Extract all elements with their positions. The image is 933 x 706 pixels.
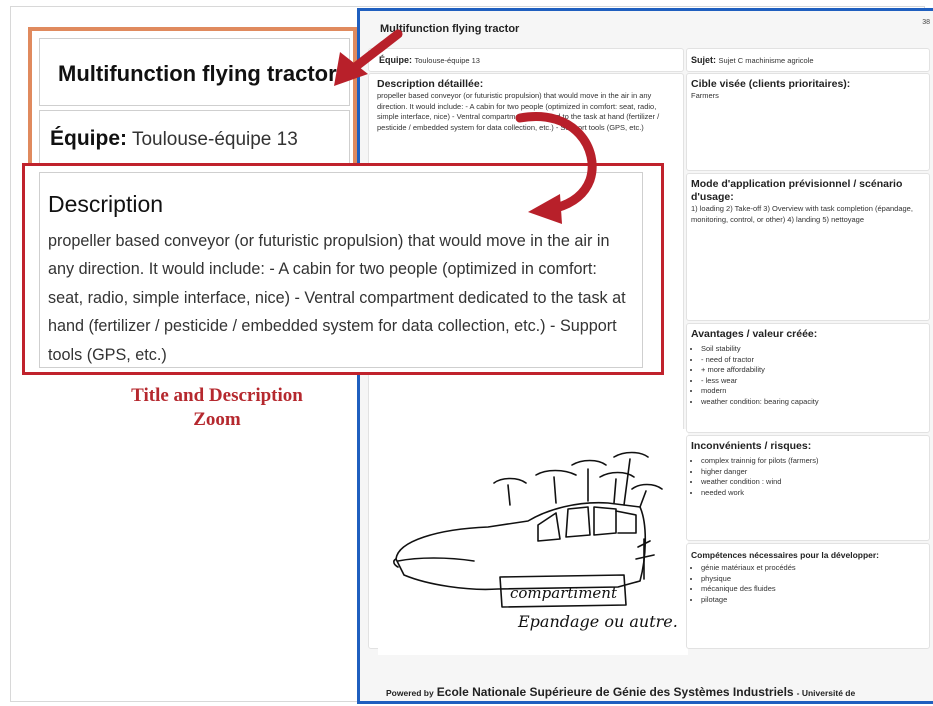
arrows-overlay xyxy=(334,29,597,224)
description-arrow-icon xyxy=(515,112,597,224)
title-arrow-icon xyxy=(334,29,403,86)
